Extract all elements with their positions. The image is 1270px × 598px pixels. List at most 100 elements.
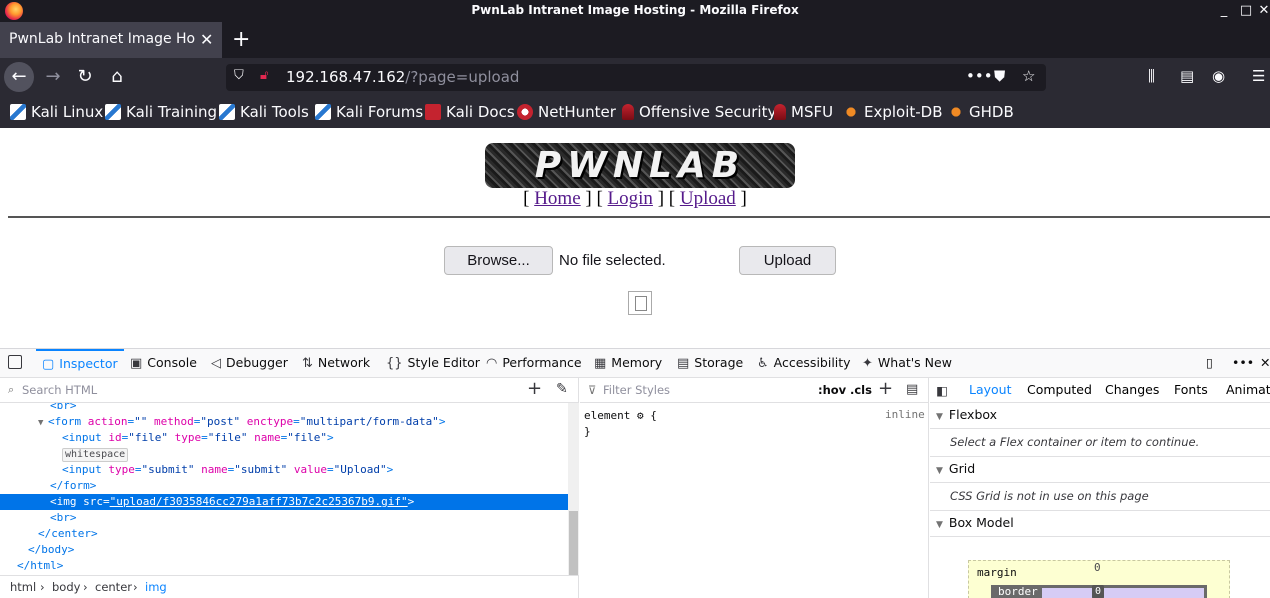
search-html-input[interactable]: Search HTML — [22, 383, 97, 397]
devtools-menu-icon[interactable]: ••• — [1232, 349, 1254, 378]
tracking-shield-icon[interactable]: ⛉ — [234, 68, 244, 83]
rule-close-brace: } — [584, 425, 591, 438]
home-button[interactable]: ⌂ — [102, 62, 132, 92]
img-src-link[interactable]: "upload/f3035846cc279a1aff73b7c2c25367b9… — [110, 495, 408, 508]
scrollbar-thumb[interactable] — [569, 511, 578, 575]
browser-tab[interactable]: PwnLab Intranet Image Hosting ✕ — [0, 22, 222, 58]
tab-network[interactable]: ⇅ Network — [302, 349, 370, 378]
search-icon: ⌕ — [8, 383, 15, 396]
library-icon[interactable]: ⫼ — [1148, 67, 1155, 85]
browse-button[interactable]: Browse... — [444, 246, 553, 275]
breadcrumb-img[interactable]: img — [145, 576, 167, 598]
print-media-icon[interactable]: ▤ — [906, 382, 918, 397]
tree-node-form-close[interactable]: </form> — [0, 478, 568, 494]
tab-fonts[interactable]: Fonts — [1174, 382, 1208, 397]
add-rule-icon[interactable]: + — [878, 378, 893, 399]
tab-whats-new[interactable]: ✦ What's New — [862, 349, 952, 378]
tab-label: Inspector — [59, 356, 118, 371]
pocket-icon[interactable]: ⛊ — [994, 67, 1005, 85]
tab-style-editor[interactable]: {} Style Editor — [386, 349, 480, 378]
tab-performance[interactable]: ◠ Performance — [486, 349, 582, 378]
flexbox-section-header[interactable]: ▼ Flexbox — [930, 403, 1270, 429]
bookmark-kali-tools[interactable]: Kali Tools — [219, 103, 309, 121]
url-text[interactable]: 192.168.47.162/?page=upload — [286, 68, 519, 86]
gear-icon[interactable]: ⚙ — [637, 409, 644, 422]
tab-console[interactable]: ▣ Console — [130, 349, 197, 378]
tab-storage[interactable]: ▤ Storage — [677, 349, 743, 378]
bookmark-nethunter[interactable]: NetHunter — [517, 103, 616, 121]
rules-body: element ⚙ { } — [584, 408, 657, 440]
add-node-icon[interactable]: + — [527, 378, 542, 399]
tab-changes[interactable]: Changes — [1105, 382, 1159, 397]
bookmark-ghdb[interactable]: GHDB — [948, 103, 1014, 121]
bookmark-exploit-db[interactable]: Exploit-DB — [843, 103, 943, 121]
insecure-lock-icon[interactable]: 🔓︎ — [260, 68, 268, 83]
border-top-value[interactable]: 0 — [1092, 585, 1105, 598]
tree-node-html-close[interactable]: </html> — [0, 558, 568, 574]
bookmark-kali-training[interactable]: Kali Training — [105, 103, 217, 121]
tab-debugger[interactable]: ◁ Debugger — [211, 349, 288, 378]
reload-button[interactable]: ↻ — [70, 62, 100, 92]
markup-scrollbar[interactable] — [568, 403, 579, 575]
tab-animations[interactable]: Animat — [1226, 382, 1270, 397]
tab-computed[interactable]: Computed — [1027, 382, 1092, 397]
bookmark-msfu[interactable]: MSFU — [774, 103, 833, 121]
tree-node-form[interactable]: ▼ <form action="" method="post" enctype="… — [0, 414, 568, 430]
breadcrumb-html[interactable]: html — [10, 576, 36, 598]
grid-section-header[interactable]: ▼ Grid — [930, 457, 1270, 483]
close-window-button[interactable]: ✕ — [1256, 2, 1270, 20]
bookmark-kali-docs[interactable]: Kali Docs — [425, 103, 515, 121]
dock-options-icon[interactable]: ▯ — [1206, 349, 1213, 378]
url-bar[interactable]: ⛉ 🔓︎ 192.168.47.162/?page=upload ••• ⛊ ☆ — [226, 64, 1046, 91]
new-tab-button[interactable]: + — [232, 27, 250, 52]
tag-text: <input — [62, 431, 102, 444]
hamburger-menu-icon[interactable]: ☰ — [1252, 67, 1265, 85]
boxmodel-section-header[interactable]: ▼ Box Model — [930, 511, 1270, 537]
tab-memory[interactable]: ▦ Memory — [594, 349, 662, 378]
breadcrumb-body[interactable]: body — [52, 576, 80, 598]
filter-styles-input[interactable]: Filter Styles — [603, 383, 670, 397]
login-link[interactable]: Login — [608, 188, 653, 209]
tree-node-img-selected[interactable]: <img src="upload/f3035846cc279a1aff73b7c… — [0, 494, 568, 510]
tree-node-input-submit[interactable]: <input type="submit" name="submit" value… — [0, 462, 568, 478]
expand-triangle-icon[interactable]: ▼ — [38, 415, 48, 431]
tab-inspector[interactable]: ▢ Inspector — [36, 349, 124, 378]
page-actions-icon[interactable]: ••• — [966, 67, 993, 85]
upload-button[interactable]: Upload — [739, 246, 836, 275]
forward-button[interactable]: → — [38, 62, 68, 92]
sidebar-icon[interactable]: ▤ — [1180, 67, 1194, 85]
breadcrumb-center[interactable]: center — [95, 576, 132, 598]
tree-node-br[interactable]: <br> — [0, 403, 568, 414]
tree-node-input-file[interactable]: <input id="file" type="file" name="file"… — [0, 430, 568, 446]
search-html-bar[interactable]: ⌕ Search HTML + ✎ — [0, 378, 579, 403]
tab-close-icon[interactable]: ✕ — [200, 30, 213, 49]
bookmark-label: Exploit-DB — [864, 103, 943, 121]
bookmark-star-icon[interactable]: ☆ — [1022, 67, 1035, 85]
tree-node-center-close[interactable]: </center> — [0, 526, 568, 542]
attr-value: "submit" — [234, 463, 288, 476]
tree-node-br[interactable]: <br> — [0, 510, 568, 526]
hov-toggle[interactable]: :hov — [818, 383, 846, 397]
upload-link[interactable]: Upload — [680, 188, 736, 209]
cls-toggle[interactable]: .cls — [850, 383, 872, 397]
maximize-button[interactable]: □ — [1238, 2, 1254, 20]
tag-text: > — [327, 431, 334, 444]
home-link[interactable]: Home — [534, 188, 580, 209]
close-devtools-icon[interactable]: ✕ — [1260, 349, 1270, 378]
tag-text: > — [386, 463, 394, 476]
bookmark-offensive-security[interactable]: Offensive Security — [622, 103, 776, 121]
tree-node-body-close[interactable]: </body> — [0, 542, 568, 558]
margin-top-value[interactable]: 0 — [1094, 561, 1101, 574]
element-picker-icon[interactable] — [8, 355, 22, 369]
bookmark-kali-forums[interactable]: Kali Forums — [315, 103, 423, 121]
tree-node-whitespace[interactable]: whitespace — [0, 446, 568, 462]
tab-layout[interactable]: Layout — [969, 382, 1012, 397]
back-button[interactable]: ← — [4, 62, 34, 92]
minimize-button[interactable]: _ — [1216, 2, 1232, 20]
toggle-sidebar-icon[interactable]: ◧ — [936, 383, 948, 398]
tag-text: <form — [48, 415, 82, 428]
tab-accessibility[interactable]: ♿︎ Accessibility — [757, 349, 851, 378]
bookmark-kali-linux[interactable]: Kali Linux — [10, 103, 103, 121]
account-icon[interactable]: ◉ — [1212, 67, 1225, 85]
eyedropper-icon[interactable]: ✎ — [556, 381, 568, 397]
